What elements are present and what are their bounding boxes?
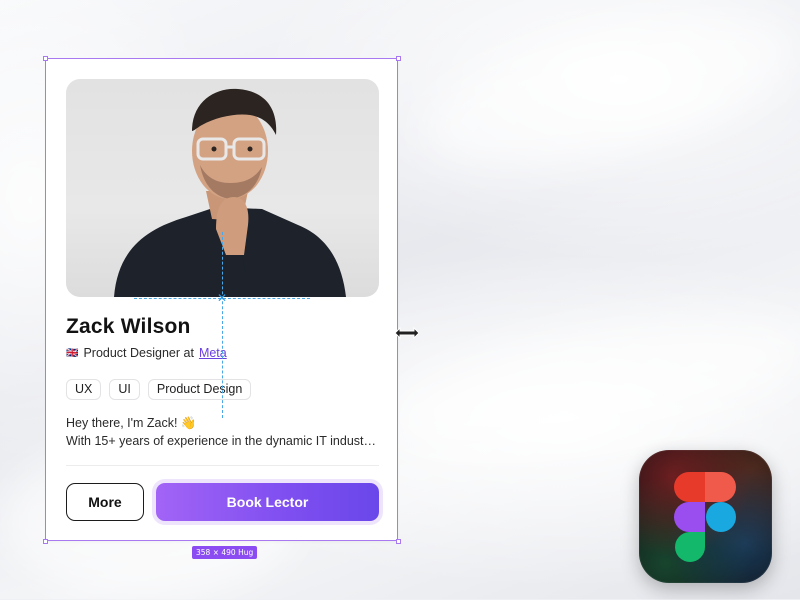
tag-product-design[interactable]: Product Design: [147, 379, 252, 400]
background-wave: [383, 294, 800, 476]
selection-handle-bottom-left[interactable]: [43, 539, 48, 544]
role-text: Product Designer at: [83, 346, 194, 360]
guide-intersection-icon: ✕: [216, 291, 228, 305]
tag-ui[interactable]: UI: [109, 379, 140, 400]
more-button[interactable]: More: [66, 483, 144, 521]
bio-greeting: Hey there, I'm Zack! 👋: [66, 416, 197, 430]
figma-logo-icon: [639, 450, 772, 583]
selection-handle-top-right[interactable]: [396, 56, 401, 61]
background-wave: [411, 0, 800, 195]
tag-ux[interactable]: UX: [66, 379, 102, 400]
profile-name: Zack Wilson: [66, 315, 191, 338]
card-divider: [66, 465, 379, 466]
selection-handle-top-left[interactable]: [43, 56, 48, 61]
profile-role: 🇬🇧 Product Designer at Meta: [66, 346, 227, 360]
alignment-guide-vertical: [222, 232, 223, 418]
book-lector-button[interactable]: Book Lector: [156, 483, 379, 521]
selection-size-badge: 358 × 490 Hug: [192, 546, 258, 559]
skill-tags: UX UI Product Design: [66, 379, 252, 400]
uk-flag-icon: 🇬🇧: [66, 347, 79, 359]
bio-description: With 15+ years of experience in the dyna…: [66, 434, 380, 448]
horizontal-resize-cursor-icon: [394, 326, 420, 340]
selection-handle-bottom-right[interactable]: [396, 539, 401, 544]
